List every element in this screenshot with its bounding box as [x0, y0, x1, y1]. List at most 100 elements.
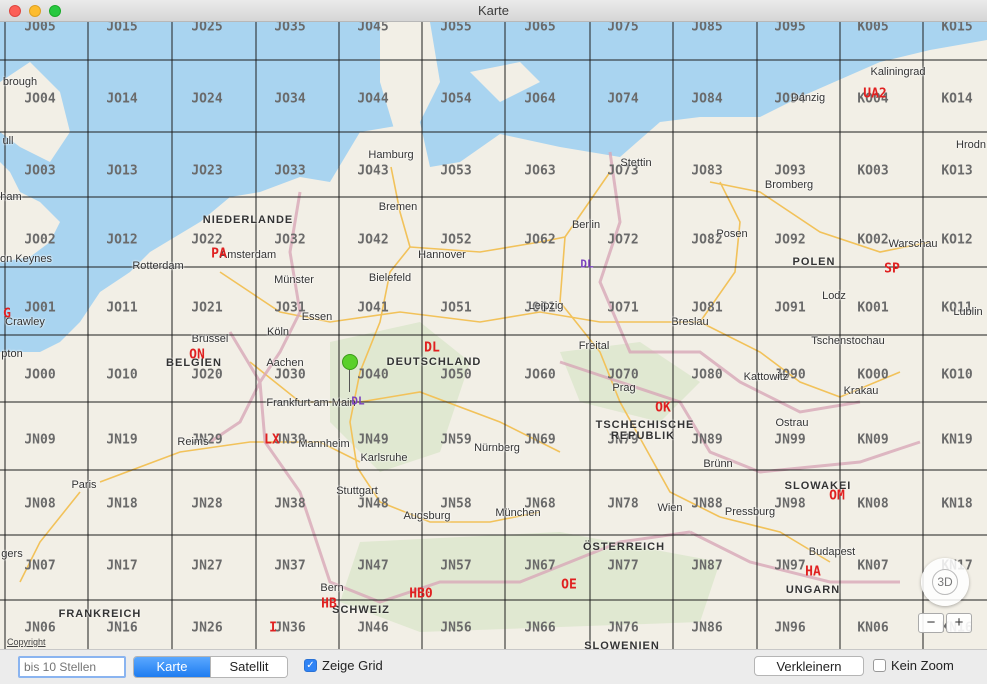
country-label: NIEDERLANDE	[202, 214, 294, 226]
grid-locator-label: JO41	[357, 300, 389, 316]
grid-locator-label: JO05	[24, 22, 56, 35]
grid-locator-label: KO00	[857, 367, 889, 383]
grid-locator-label: KN07	[857, 558, 889, 574]
call-prefix-label: I	[269, 620, 277, 636]
3d-toggle[interactable]: 3D	[932, 569, 958, 595]
zoom-out-icon[interactable]: −	[918, 613, 944, 633]
grid-locator-label: JN47	[357, 558, 389, 574]
grid-locator-label: JO13	[106, 163, 138, 179]
grid-locator-label: JN49	[357, 432, 389, 448]
grid-locator-label: JO12	[106, 232, 138, 248]
grid-locator-label: JO22	[191, 232, 223, 248]
show-grid-checkbox[interactable]: ✓	[304, 659, 317, 672]
country-label: FRANKREICH	[58, 608, 142, 620]
grid-locator-label: JO02	[24, 232, 56, 248]
city-label: Berlin	[571, 219, 601, 231]
city-label: Lodz	[822, 290, 846, 302]
call-prefix-label: UA2	[863, 86, 887, 102]
copyright-link[interactable]: Copyright	[7, 637, 46, 647]
grid-locator-label: JO80	[691, 367, 723, 383]
grid-locator-label: JO91	[774, 300, 806, 316]
grid-locator-label: JO43	[357, 163, 389, 179]
city-label: Budapest	[808, 546, 856, 558]
pin-stem	[349, 368, 350, 392]
grid-locator-label: JO44	[357, 91, 389, 107]
grid-locator-label: JN09	[24, 432, 56, 448]
grid-locator-label: JO72	[607, 232, 639, 248]
call-prefix-label: DL	[424, 340, 440, 356]
map-view[interactable]: JO05 JO15 JO25 JO35 JO45 JO55 JO65 JO75 JO85 JO95…	[0, 22, 987, 649]
grid-locator-label: JO03	[24, 163, 56, 179]
grid-locator-label: JO30	[274, 367, 306, 383]
city-label: Prag	[612, 382, 636, 394]
grid-locator-label: JN07	[24, 558, 56, 574]
city-label: Karlsruhe	[360, 452, 408, 464]
no-zoom-checkbox[interactable]	[873, 659, 886, 672]
city-label: Nürnberg	[474, 442, 520, 454]
grid-locator-label: JO25	[191, 22, 223, 35]
grid-locator-label: JO64	[524, 91, 556, 107]
locator-input[interactable]	[18, 656, 126, 678]
grid-locator-label: JN86	[691, 620, 723, 636]
country-label: SLOWENIEN	[584, 640, 660, 649]
city-label: Bremen	[378, 201, 418, 213]
grid-locator-label: JO75	[607, 22, 639, 35]
country-label: SCHWEIZ	[332, 604, 390, 616]
city-label: Rotterdam	[132, 260, 184, 272]
city-label: brough	[2, 76, 38, 88]
city-label: Stuttgart	[336, 485, 378, 497]
city-label: Pressburg	[724, 506, 776, 518]
grid-locator-label: JO01	[24, 300, 56, 316]
compass-control[interactable]: 3D	[921, 558, 969, 606]
city-label: Krakau	[843, 385, 879, 397]
grid-locator-label: JN76	[607, 620, 639, 636]
call-prefix-label: OM	[829, 488, 845, 504]
map-type-segmented-control[interactable]: Karte Satellit	[133, 656, 288, 678]
grid-locator-label: JN28	[191, 496, 223, 512]
grid-locator-label: JO83	[691, 163, 723, 179]
city-label: Augsburg	[403, 510, 451, 522]
grid-locator-label: JN88	[691, 496, 723, 512]
country-label: REPUBLIK	[610, 430, 676, 442]
city-label: Stettin	[620, 157, 652, 169]
grid-locator-label: JO52	[440, 232, 472, 248]
country-label: DEUTSCHLAND	[386, 356, 482, 368]
show-grid-label: Zeige Grid	[322, 658, 383, 673]
map-type-karte[interactable]: Karte	[134, 657, 210, 677]
city-label: Mannheim	[298, 438, 350, 450]
grid-locator-label: KO15	[941, 22, 973, 35]
location-pin[interactable]	[342, 354, 358, 370]
city-label: Hrodn	[956, 139, 986, 151]
grid-locator-label: JO55	[440, 22, 472, 35]
grid-locator-label: JO63	[524, 163, 556, 179]
grid-locator-label: JN98	[774, 496, 806, 512]
grid-locator-label: JO11	[106, 300, 138, 316]
city-label: Leipzig	[528, 300, 564, 312]
city-label: München	[495, 507, 541, 519]
grid-locator-label: KN09	[857, 432, 889, 448]
grid-locator-label: JO10	[106, 367, 138, 383]
zoom-in-icon[interactable]: +	[946, 613, 972, 633]
grid-locator-label: JO50	[440, 367, 472, 383]
city-label: pton	[1, 348, 23, 360]
grid-locator-label: JN18	[106, 496, 138, 512]
grid-locator-label: KN19	[941, 432, 973, 448]
grid-locator-label: JO14	[106, 91, 138, 107]
grid-locator-label: JO00	[24, 367, 56, 383]
call-prefix-label: OK	[655, 400, 671, 416]
grid-locator-label: KN06	[857, 620, 889, 636]
call-prefix-label: HB	[321, 596, 337, 612]
grid-locator-label: KO03	[857, 163, 889, 179]
window-title: Karte	[477, 3, 510, 18]
call-prefix-label: G	[3, 306, 11, 322]
grid-locator-label: JO32	[274, 232, 306, 248]
call-prefix-label: ON	[189, 347, 205, 363]
grid-locator-label: JN96	[774, 620, 806, 636]
grid-locator-label: JO53	[440, 163, 472, 179]
grid-locator-label: JO45	[357, 22, 389, 35]
city-label: Hamburg	[368, 149, 414, 161]
grid-locator-label: JN78	[607, 496, 639, 512]
grid-locator-label: JN97	[774, 558, 806, 574]
map-type-satellit[interactable]: Satellit	[210, 657, 287, 677]
zoom-out-button[interactable]: Verkleinern	[754, 656, 864, 676]
